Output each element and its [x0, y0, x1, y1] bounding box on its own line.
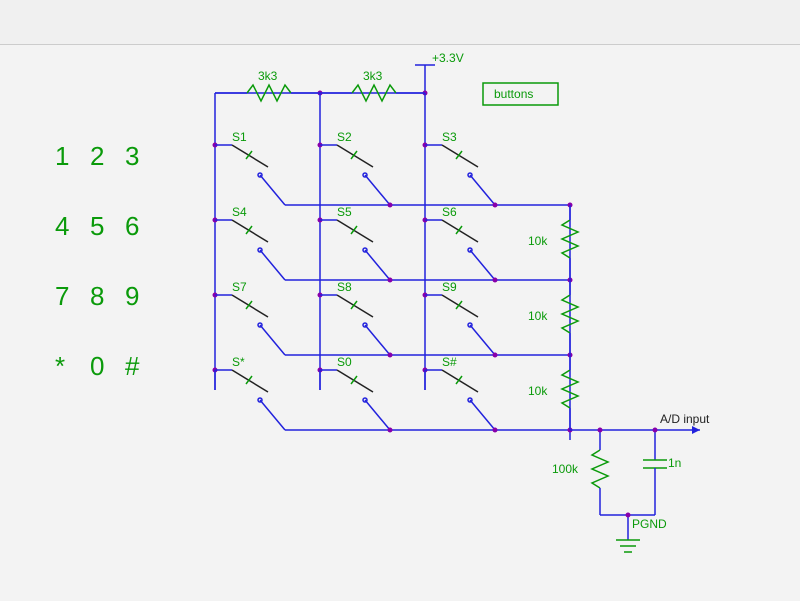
svg-text:*: *: [55, 351, 65, 381]
r-top-1: 3k3: [363, 69, 383, 83]
svg-text:9: 9: [125, 281, 139, 311]
svg-text:6: 6: [125, 211, 139, 241]
buttons-box-label: buttons: [494, 87, 533, 101]
supply-label: +3.3V: [432, 51, 464, 65]
svg-text:1: 1: [55, 141, 69, 171]
r-right-0: 10k: [528, 234, 548, 248]
sw-1-0: S4: [232, 205, 247, 219]
r-right-2: 10k: [528, 384, 548, 398]
r-bottom: 100k: [552, 462, 579, 476]
svg-text:3: 3: [125, 141, 139, 171]
sw-2-2: S9: [442, 280, 457, 294]
svg-text:4: 4: [55, 211, 69, 241]
sw-0-1: S2: [337, 130, 352, 144]
sw-3-2: S#: [442, 355, 457, 369]
c-bottom: 1n: [668, 456, 681, 470]
svg-text:2: 2: [90, 141, 104, 171]
r-right-1: 10k: [528, 309, 548, 323]
out-label: A/D input: [660, 412, 710, 426]
gnd-label: PGND: [632, 517, 667, 531]
svg-text:0: 0: [90, 351, 104, 381]
sw-3-1: S0: [337, 355, 352, 369]
sw-0-0: S1: [232, 130, 247, 144]
sw-1-1: S5: [337, 205, 352, 219]
sw-1-2: S6: [442, 205, 457, 219]
sw-0-2: S3: [442, 130, 457, 144]
schematic-svg: +3.3V 3k3 3k3: [0, 45, 800, 601]
svg-text:8: 8: [90, 281, 104, 311]
svg-text:7: 7: [55, 281, 69, 311]
schematic-page: +3.3V 3k3 3k3: [0, 0, 800, 600]
r-top-0: 3k3: [258, 69, 278, 83]
schematic-sheet: +3.3V 3k3 3k3: [0, 44, 800, 601]
sw-2-0: S7: [232, 280, 247, 294]
svg-text:#: #: [125, 351, 140, 381]
sw-2-1: S8: [337, 280, 352, 294]
svg-text:5: 5: [90, 211, 104, 241]
sw-3-0: S*: [232, 355, 245, 369]
keypad-legend: 1 2 3 4 5 6 7 8 9 * 0 #: [55, 141, 140, 381]
